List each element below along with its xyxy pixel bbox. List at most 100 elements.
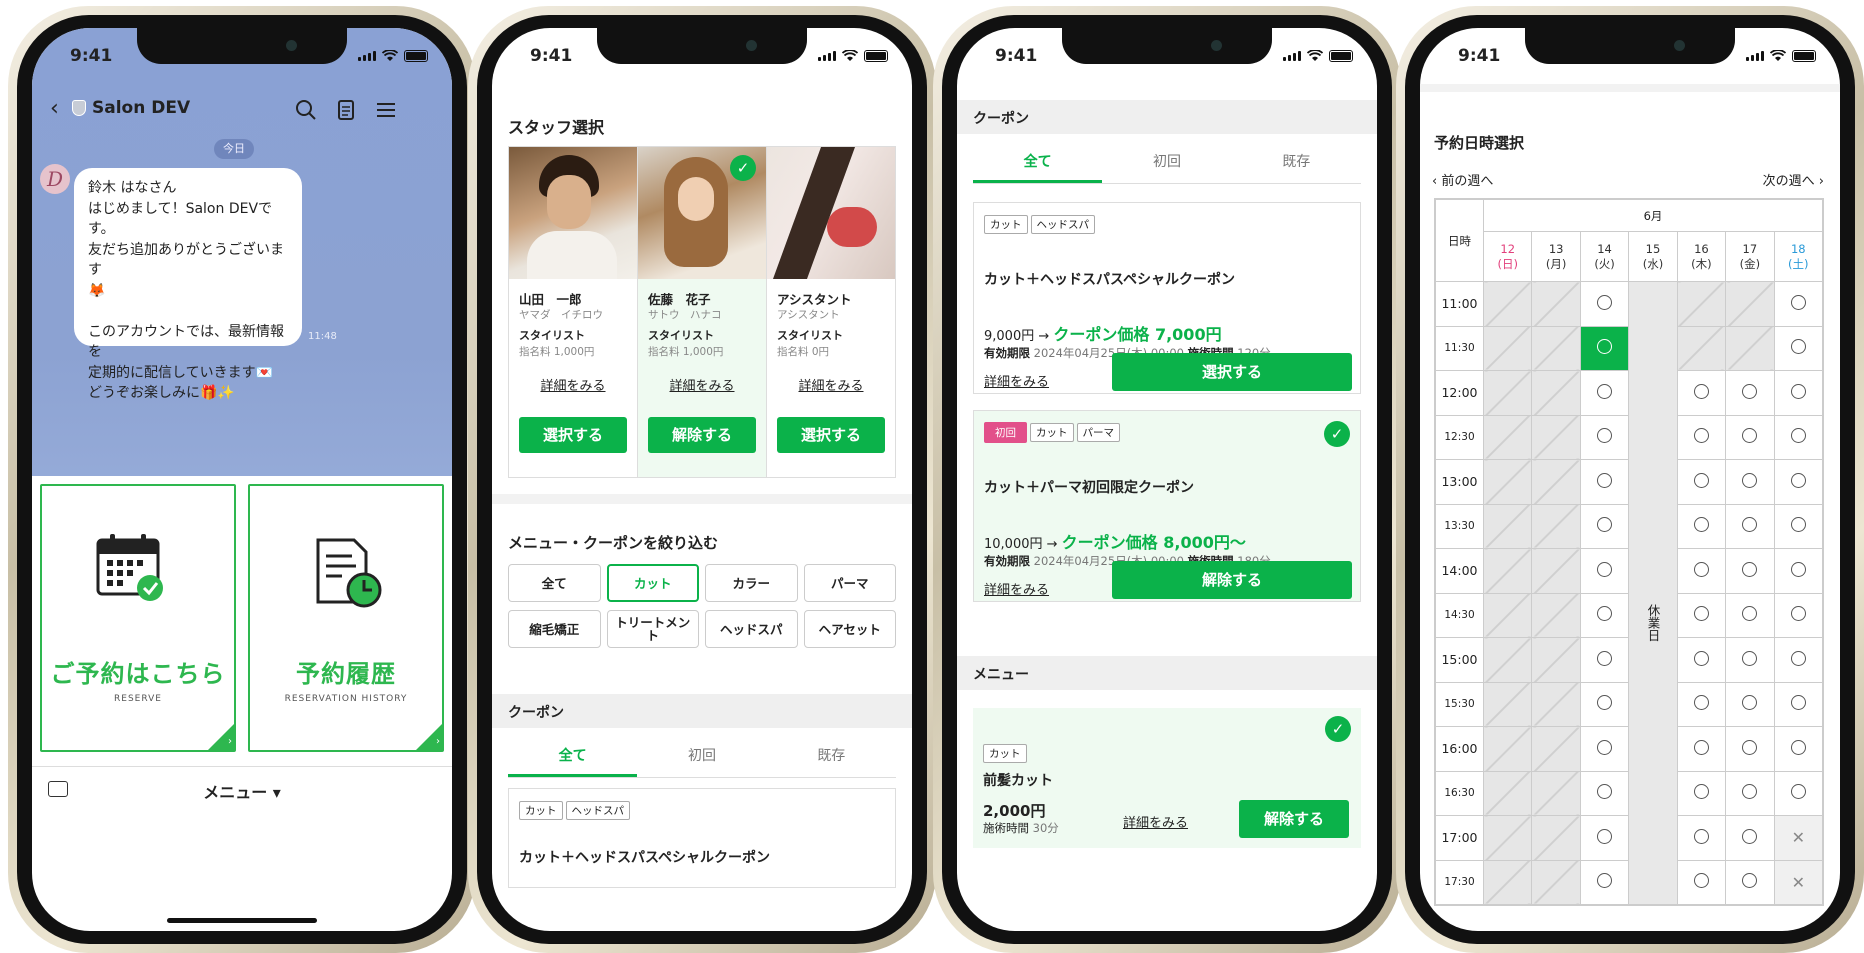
coupon-detail-link[interactable]: 詳細をみる [984, 579, 1049, 598]
staff-select-button[interactable]: 選択する [519, 417, 627, 453]
available-slot[interactable] [1676, 770, 1727, 816]
available-slot[interactable] [1773, 637, 1824, 683]
menu-deselect-button[interactable]: 解除する [1239, 800, 1349, 838]
coupon-card[interactable]: 初回 カット パーマ ✓ カット＋パーマ初回限定クーポン 10,000円 → クーポ… [973, 410, 1361, 602]
available-slot[interactable] [1579, 592, 1630, 638]
coupon-detail-link[interactable]: 詳細をみる [984, 371, 1049, 390]
coupon-card[interactable]: カット ヘッドスパ カット＋ヘッドスパスペシャルクーポン [508, 788, 896, 888]
available-slot[interactable] [1725, 770, 1775, 816]
available-slot[interactable] [1579, 548, 1630, 594]
filter-color[interactable]: カラー [705, 564, 798, 602]
available-slot[interactable] [1579, 281, 1630, 327]
history-button[interactable]: 予約履歴 RESERVATION HISTORY › [248, 484, 444, 752]
salon-avatar[interactable]: D [40, 164, 70, 194]
back-arrow-icon[interactable]: ‹ [50, 96, 59, 121]
filter-headspa[interactable]: ヘッドスパ [705, 610, 798, 648]
hamburger-menu-icon[interactable] [374, 98, 398, 122]
filter-hairset[interactable]: ヘアセット [803, 610, 896, 648]
available-slot[interactable] [1676, 859, 1727, 905]
available-slot[interactable] [1725, 681, 1775, 727]
available-slot[interactable] [1676, 592, 1727, 638]
available-slot[interactable] [1676, 548, 1727, 594]
available-circle-icon [1597, 650, 1613, 666]
available-slot[interactable] [1725, 459, 1775, 505]
tab-all[interactable]: 全て [973, 144, 1103, 183]
available-slot[interactable] [1773, 592, 1824, 638]
menu-toggle[interactable]: メニュー ▾ [32, 779, 452, 803]
filter-cut[interactable]: カット [606, 564, 699, 602]
available-slot[interactable] [1579, 815, 1630, 861]
available-slot[interactable] [1725, 548, 1775, 594]
available-slot[interactable] [1579, 726, 1630, 772]
available-circle-icon [1597, 828, 1613, 844]
search-icon[interactable] [294, 98, 318, 122]
staff-card[interactable]: 山田 一郎 ヤマダ イチロウ スタイリスト 指名料 1,000円 詳細をみる 選… [509, 147, 638, 477]
available-slot[interactable] [1773, 459, 1824, 505]
unavailable-slot [1482, 548, 1533, 594]
available-slot[interactable] [1773, 325, 1824, 371]
available-slot[interactable] [1773, 414, 1824, 460]
tab-first[interactable]: 初回 [1102, 144, 1231, 183]
coupon-card[interactable]: カット ヘッドスパ カット＋ヘッドスパスペシャルクーポン 9,000円 → クーポ… [973, 202, 1361, 394]
available-slot[interactable] [1676, 681, 1727, 727]
available-slot[interactable] [1676, 726, 1727, 772]
unavailable-slot [1482, 503, 1533, 549]
available-slot[interactable] [1773, 770, 1824, 816]
available-slot[interactable] [1579, 459, 1630, 505]
filter-perm[interactable]: パーマ [803, 564, 896, 602]
coupon-deselect-button[interactable]: 解除する [1112, 561, 1352, 599]
tab-existing[interactable]: 既存 [1232, 144, 1361, 183]
staff-card[interactable]: アシスタント アシスタント スタイリスト 指名料 0円 詳細をみる 選択する [767, 147, 895, 477]
prev-week-link[interactable]: ‹ 前の週へ [1432, 170, 1493, 189]
available-slot[interactable] [1676, 503, 1727, 549]
available-slot[interactable] [1676, 637, 1727, 683]
available-slot[interactable] [1676, 370, 1727, 416]
reserve-button[interactable]: ご予約はこちら RESERVE › [40, 484, 236, 752]
available-slot[interactable] [1579, 370, 1630, 416]
staff-detail-link[interactable]: 詳細をみる [767, 375, 895, 394]
available-slot[interactable] [1773, 370, 1824, 416]
available-slot[interactable] [1579, 637, 1630, 683]
available-slot[interactable] [1725, 503, 1775, 549]
available-slot[interactable] [1725, 637, 1775, 683]
selected-slot[interactable] [1579, 325, 1630, 371]
menu-item-card[interactable]: カット ✓ 前髪カット 2,000円 施術時間 30分 詳細をみる 解除する [973, 708, 1361, 848]
available-slot[interactable] [1676, 459, 1727, 505]
coupon-select-button[interactable]: 選択する [1112, 353, 1352, 391]
available-slot[interactable] [1579, 770, 1630, 816]
available-slot[interactable] [1676, 815, 1727, 861]
available-circle-icon [1790, 294, 1806, 310]
filter-all[interactable]: 全て [508, 564, 601, 602]
available-slot[interactable] [1725, 592, 1775, 638]
tab-all[interactable]: 全て [508, 738, 638, 777]
filter-straightening[interactable]: 縮毛矯正 [508, 610, 601, 648]
available-circle-icon [1790, 695, 1806, 711]
available-slot[interactable] [1773, 548, 1824, 594]
filter-treatment[interactable]: トリートメント [606, 610, 699, 648]
staff-detail-link[interactable]: 詳細をみる [509, 375, 637, 394]
staff-card[interactable]: ✓ 佐藤 花子 サトウ ハナコ スタイリスト 指名料 1,000円 詳細をみる … [638, 147, 767, 477]
available-slot[interactable] [1579, 859, 1630, 905]
menu-detail-link[interactable]: 詳細をみる [1123, 812, 1188, 831]
available-slot[interactable] [1725, 414, 1775, 460]
staff-select-button[interactable]: 選択する [777, 417, 885, 453]
available-slot[interactable] [1579, 681, 1630, 727]
tab-existing[interactable]: 既存 [767, 738, 896, 777]
notes-icon[interactable] [334, 98, 358, 122]
available-slot[interactable] [1725, 726, 1775, 772]
available-slot[interactable] [1579, 503, 1630, 549]
available-circle-icon [1742, 428, 1758, 444]
available-slot[interactable] [1773, 681, 1824, 727]
available-slot[interactable] [1773, 726, 1824, 772]
next-week-link[interactable]: 次の週へ › [1763, 170, 1824, 189]
available-slot[interactable] [1773, 281, 1824, 327]
available-slot[interactable] [1725, 370, 1775, 416]
available-slot[interactable] [1676, 414, 1727, 460]
staff-detail-link[interactable]: 詳細をみる [638, 375, 766, 394]
tab-first[interactable]: 初回 [637, 738, 766, 777]
available-slot[interactable] [1725, 815, 1775, 861]
available-slot[interactable] [1579, 414, 1630, 460]
staff-deselect-button[interactable]: 解除する [648, 417, 756, 453]
available-slot[interactable] [1773, 503, 1824, 549]
available-slot[interactable] [1725, 859, 1775, 905]
